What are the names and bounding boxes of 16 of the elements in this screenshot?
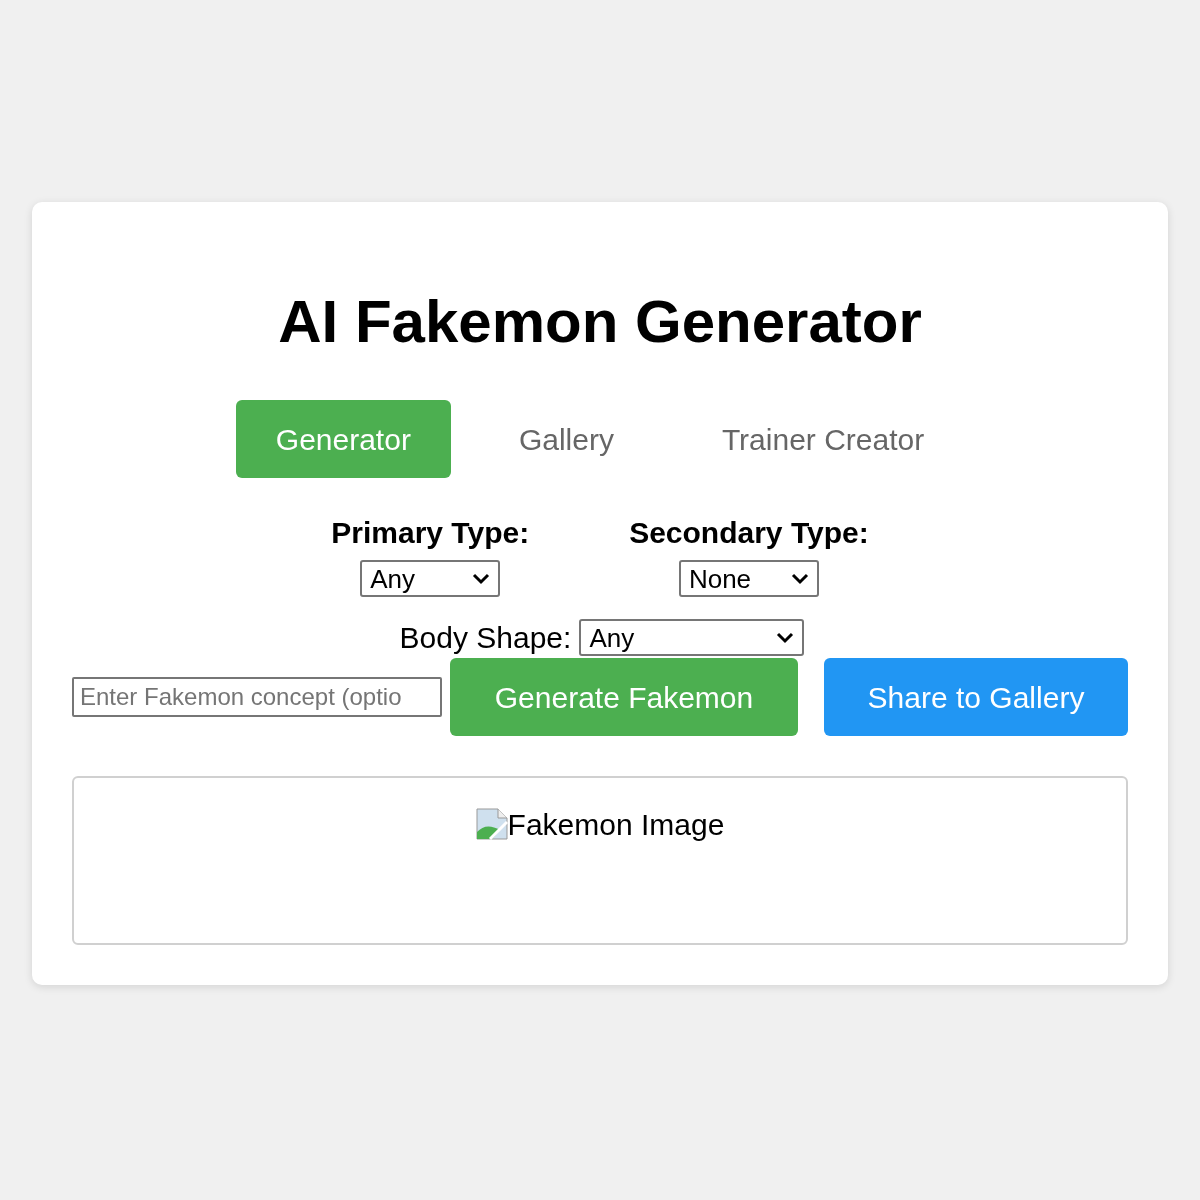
concept-input-field[interactable]: Enter Fakemon concept (optio [72,677,442,717]
field-label: Secondary Type: [629,518,869,548]
broken-image-icon [475,808,508,840]
share-button[interactable]: Share to Gallery [824,658,1128,736]
type-dropdown[interactable]: None [678,560,819,597]
image-alt-text: Fakemon Image [507,810,725,840]
chevron-down-icon [790,572,809,585]
type-dropdown[interactable]: Any [360,560,501,597]
field-label: Primary Type: [331,518,530,548]
tab[interactable]: Gallery [478,400,654,478]
chevron-down-icon [776,631,795,644]
field-label: Body Shape: [399,622,572,653]
tab[interactable]: Trainer Creator [681,400,965,478]
body-shape-dropdown[interactable]: Any [579,619,805,656]
chevron-down-icon [472,572,491,585]
page-title: AI Fakemon Generator [278,292,922,352]
